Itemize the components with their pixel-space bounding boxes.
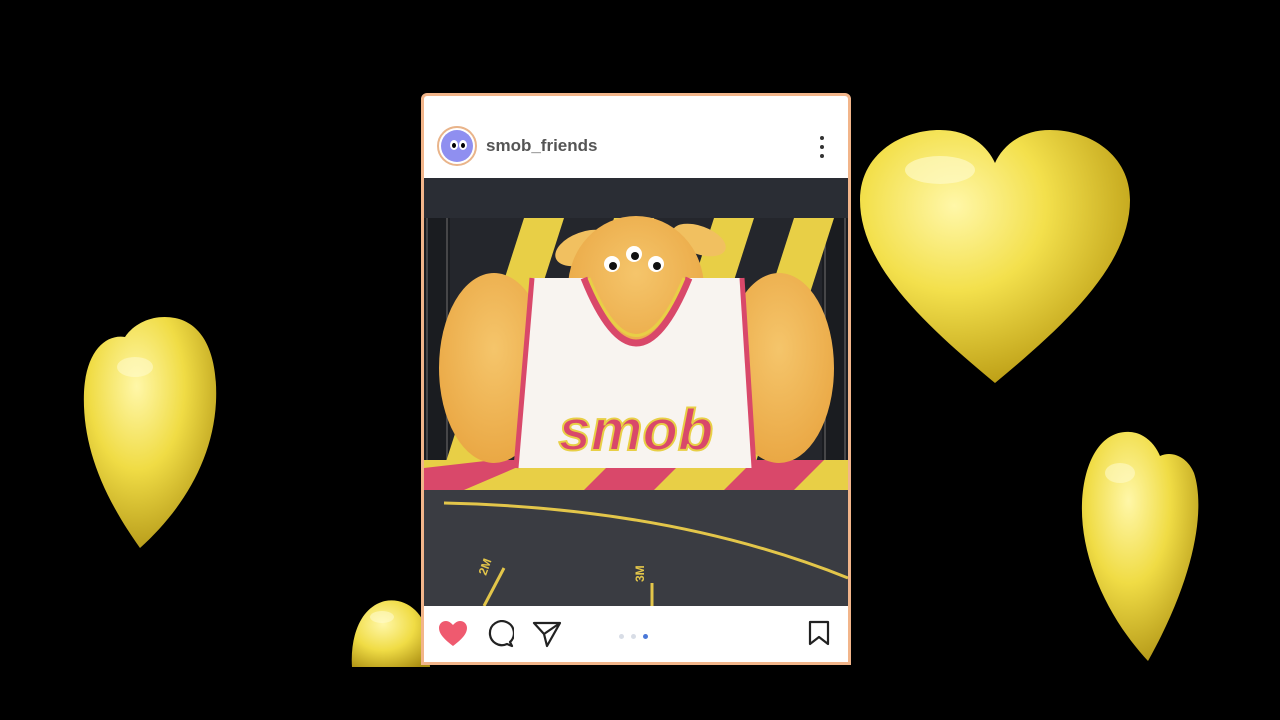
comment-icon[interactable]: [486, 620, 514, 648]
pager-dot-active: [643, 634, 648, 639]
avatar-image: [441, 130, 473, 162]
bookmark-icon[interactable]: [808, 620, 830, 646]
heart-balloon-large: [860, 130, 1130, 383]
heart-balloon-right: [1081, 431, 1199, 661]
carousel-pager: [619, 634, 648, 639]
svg-text:3M: 3M: [633, 565, 647, 582]
avatar-eye-icon: [459, 140, 467, 150]
heart-balloon-bottom: [351, 600, 430, 667]
post-card: smob_friends 2M 3M smob: [421, 93, 851, 665]
heart-balloon-left: [83, 316, 217, 548]
post-photo[interactable]: 2M 3M smob: [424, 178, 848, 606]
more-options-icon[interactable]: [812, 136, 832, 158]
svg-text:smob: smob: [559, 398, 714, 463]
post-actions: [424, 606, 848, 662]
avatar[interactable]: [437, 126, 477, 166]
like-heart-icon[interactable]: [438, 620, 468, 648]
avatar-eye-icon: [450, 140, 458, 150]
username[interactable]: smob_friends: [486, 136, 597, 156]
pager-dot: [631, 634, 636, 639]
post-header: smob_friends: [424, 96, 848, 178]
pager-dot: [619, 634, 624, 639]
share-icon[interactable]: [532, 620, 562, 648]
